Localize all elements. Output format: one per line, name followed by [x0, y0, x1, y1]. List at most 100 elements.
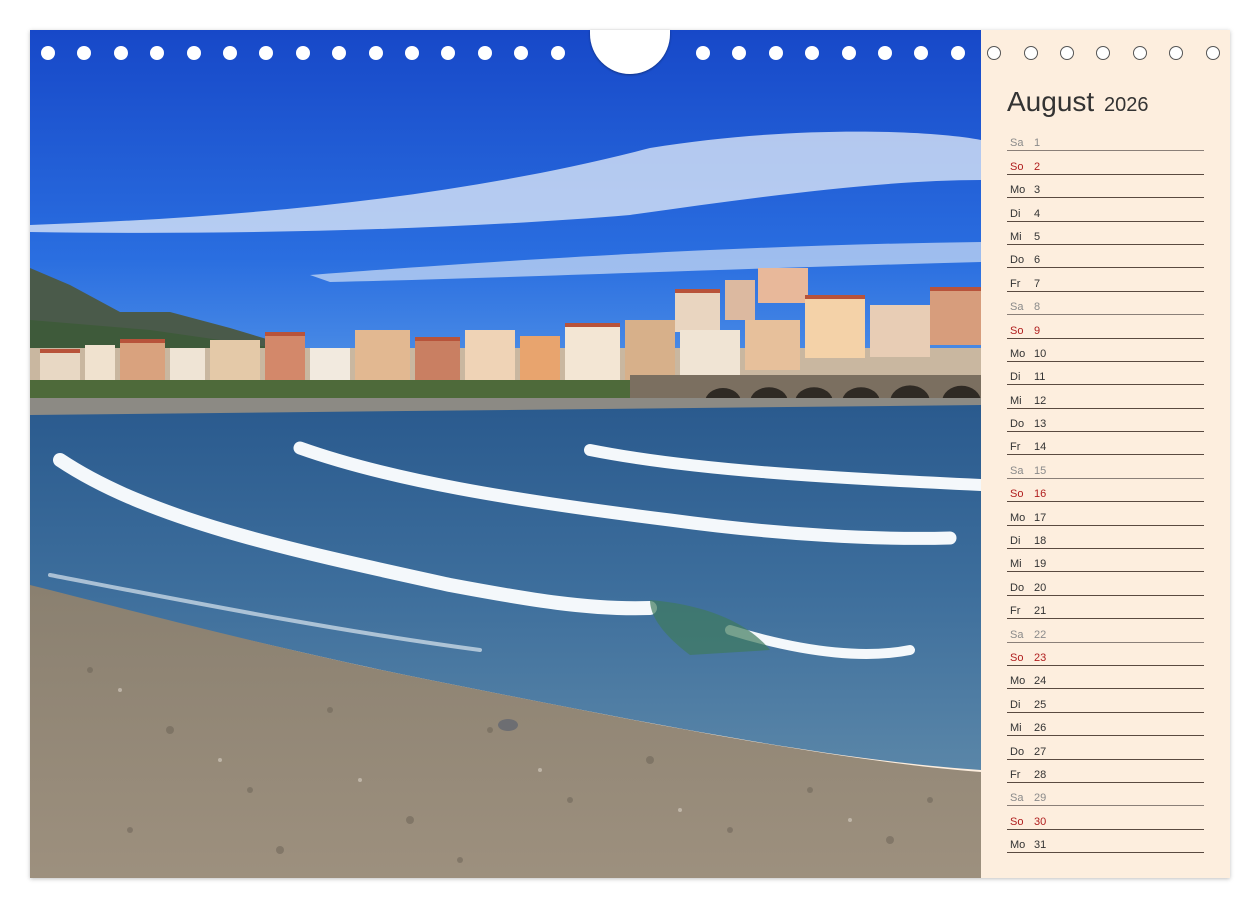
weekday-label: Mi: [1010, 558, 1022, 571]
weekday-label: Fr: [1010, 441, 1021, 454]
weekday-label: Sa: [1010, 137, 1024, 150]
day-row: Mi 26: [1007, 713, 1204, 737]
day-number: 31: [1034, 839, 1047, 852]
weekday-label: Mo: [1010, 511, 1026, 524]
calendar-photo: [30, 30, 981, 878]
day-row: Mi 19: [1007, 549, 1204, 573]
weekday-label: Do: [1010, 418, 1025, 431]
day-row: Sa 8: [1007, 292, 1204, 316]
day-row: Mo 24: [1007, 666, 1204, 690]
day-row: Fr 7: [1007, 268, 1204, 292]
day-row: Mo 3: [1007, 175, 1204, 199]
weekday-label: Di: [1010, 371, 1021, 384]
day-row: So 2: [1007, 151, 1204, 175]
calendar-sidebar: August 2026 Sa 1 So 2 Mo 3 Di 4 Mi 5 Do 6 Fr 7 Sa 8 So 9 M…: [981, 30, 1230, 878]
day-number: 23: [1034, 651, 1047, 664]
weekday-label: So: [1010, 815, 1024, 828]
day-row: Di 11: [1007, 362, 1204, 386]
day-row: Fr 28: [1007, 760, 1204, 783]
day-number: 20: [1034, 581, 1047, 594]
day-number: 18: [1034, 535, 1047, 548]
weekday-label: Mo: [1010, 347, 1026, 360]
weekday-label: So: [1010, 160, 1024, 173]
day-row: Mo 17: [1007, 502, 1204, 526]
weekday-label: So: [1010, 651, 1024, 664]
day-number: 4: [1034, 207, 1041, 220]
day-row: Di 18: [1007, 526, 1204, 550]
day-number: 29: [1034, 792, 1047, 805]
day-row: Do 20: [1007, 572, 1204, 596]
calendar-page: August 2026 Sa 1 So 2 Mo 3 Di 4 Mi 5 Do 6 Fr 7 Sa 8 So 9 M…: [30, 30, 1230, 878]
day-number: 6: [1034, 254, 1041, 267]
day-row: Do 6: [1007, 245, 1204, 269]
weekday-label: Di: [1010, 207, 1021, 220]
weekday-label: Mi: [1010, 230, 1022, 243]
day-row: So 9: [1007, 315, 1204, 339]
month-name: August: [1007, 86, 1095, 117]
weekday-label: Fr: [1010, 277, 1021, 290]
day-row: Sa 15: [1007, 455, 1204, 479]
day-number: 28: [1034, 768, 1047, 781]
day-number: 13: [1034, 418, 1047, 431]
weekday-label: Sa: [1010, 301, 1024, 314]
day-row: Do 13: [1007, 409, 1204, 433]
day-number: 26: [1034, 722, 1047, 735]
weekday-label: Do: [1010, 745, 1025, 758]
weekday-label: Sa: [1010, 628, 1024, 641]
day-number: 7: [1034, 277, 1041, 290]
weekday-label: Sa: [1010, 464, 1024, 477]
weekday-label: Di: [1010, 535, 1021, 548]
day-number: 8: [1034, 301, 1041, 314]
day-row: Di 4: [1007, 198, 1204, 222]
day-number: 3: [1034, 184, 1041, 197]
day-row: Mi 12: [1007, 385, 1204, 409]
day-row: Sa 22: [1007, 619, 1204, 643]
day-row: Fr 21: [1007, 596, 1204, 620]
day-row: Sa 29: [1007, 783, 1204, 807]
weekday-label: Sa: [1010, 792, 1024, 805]
day-row: Di 25: [1007, 689, 1204, 713]
day-number: 12: [1034, 394, 1047, 407]
month-title: August 2026: [1007, 86, 1148, 118]
day-number: 17: [1034, 511, 1047, 524]
day-row: So 30: [1007, 806, 1204, 830]
weekday-label: Do: [1010, 254, 1025, 267]
day-number: 5: [1034, 230, 1041, 243]
day-number: 24: [1034, 675, 1047, 688]
day-number: 27: [1034, 745, 1047, 758]
weekday-label: So: [1010, 324, 1024, 337]
day-number: 10: [1034, 347, 1047, 360]
day-number: 9: [1034, 324, 1041, 337]
day-row: So 23: [1007, 643, 1204, 666]
month-year: 2026: [1103, 94, 1149, 116]
day-number: 11: [1034, 371, 1046, 384]
weekday-label: Mi: [1010, 394, 1022, 407]
weekday-label: Mi: [1010, 722, 1022, 735]
weekday-label: Fr: [1010, 768, 1021, 781]
day-number: 16: [1034, 488, 1047, 501]
day-number: 22: [1034, 628, 1047, 641]
day-number: 25: [1034, 698, 1047, 711]
day-number: 1: [1034, 137, 1041, 150]
weekday-label: Mo: [1010, 675, 1026, 688]
day-row: Fr 14: [1007, 432, 1204, 456]
day-list: Sa 1 So 2 Mo 3 Di 4 Mi 5 Do 6 Fr 7 Sa 8 So 9 Mo 10 Di 11 Mi 12 D…: [1007, 128, 1204, 854]
weekday-label: Mo: [1010, 839, 1026, 852]
day-number: 30: [1034, 815, 1047, 828]
day-number: 15: [1034, 464, 1047, 477]
day-row: Mi 5: [1007, 222, 1204, 245]
weekday-label: Di: [1010, 698, 1021, 711]
day-row: Mo 31: [1007, 830, 1204, 854]
day-row: Sa 1: [1007, 128, 1204, 152]
day-number: 21: [1034, 605, 1047, 618]
weekday-label: Do: [1010, 581, 1025, 594]
day-row: So 16: [1007, 479, 1204, 503]
weekday-label: Fr: [1010, 605, 1021, 618]
weekday-label: Mo: [1010, 184, 1026, 197]
day-row: Mo 10: [1007, 339, 1204, 362]
day-number: 2: [1034, 160, 1041, 173]
day-row: Do 27: [1007, 736, 1204, 760]
day-number: 14: [1034, 441, 1047, 454]
day-number: 19: [1034, 558, 1047, 571]
weekday-label: So: [1010, 488, 1024, 501]
